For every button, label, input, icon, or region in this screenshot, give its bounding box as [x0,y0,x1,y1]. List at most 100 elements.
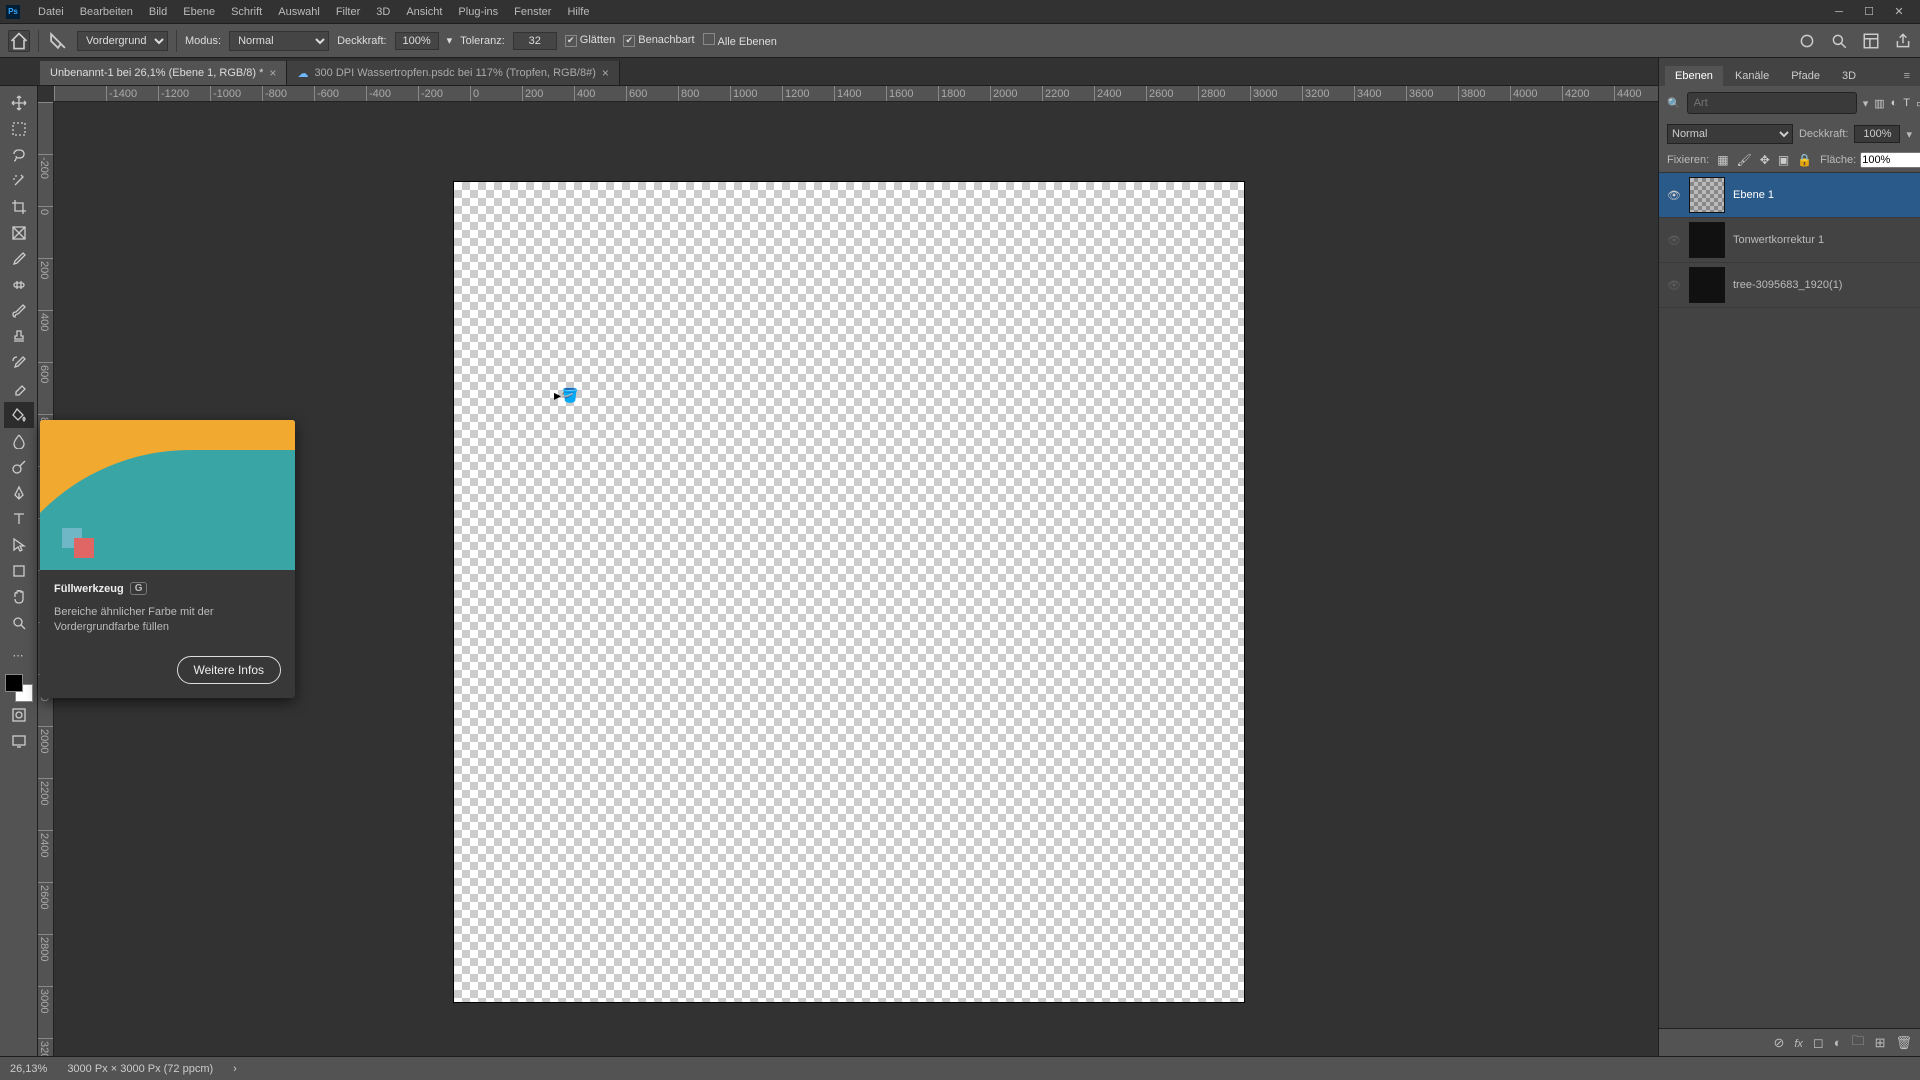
menu-plugins[interactable]: Plug-ins [450,6,506,18]
layer-row[interactable]: 👁 Tonwertkorrektur 1 [1659,218,1920,263]
new-layer-icon[interactable]: ⊞ [1875,1035,1886,1051]
zoom-level[interactable]: 26,13% [10,1063,47,1075]
eyedropper-tool[interactable] [4,246,34,272]
minimize-button[interactable]: ─ [1824,2,1854,22]
screen-mode-toggle[interactable] [4,728,34,754]
path-selection-tool[interactable] [4,532,34,558]
document-tab[interactable]: ☁ 300 DPI Wassertropfen.psdc bei 117% (T… [287,61,619,85]
cloud-docs-icon[interactable] [1798,32,1816,50]
foreground-color[interactable] [5,674,23,692]
workspace-switcher-icon[interactable] [1862,32,1880,50]
share-icon[interactable] [1894,32,1912,50]
blend-mode-select[interactable]: Normal [229,31,329,51]
frame-tool[interactable] [4,220,34,246]
layer-filter-input[interactable] [1687,92,1857,114]
layer-mask-icon[interactable]: ◻ [1813,1035,1824,1051]
menu-hilfe[interactable]: Hilfe [559,6,597,18]
layer-thumbnail[interactable] [1689,222,1725,258]
visibility-icon[interactable]: 👁 [1667,189,1681,202]
close-window-button[interactable]: ✕ [1884,2,1914,22]
menu-bild[interactable]: Bild [141,6,175,18]
menu-schrift[interactable]: Schrift [223,6,270,18]
lock-position-icon[interactable]: ✥ [1760,153,1770,167]
menu-bearbeiten[interactable]: Bearbeiten [72,6,141,18]
menu-filter[interactable]: Filter [328,6,368,18]
opacity-input[interactable] [395,32,439,50]
menu-auswahl[interactable]: Auswahl [270,6,328,18]
doc-info-chevron-icon[interactable]: › [233,1063,237,1075]
layer-fill-input[interactable] [1860,152,1920,168]
quick-mask-toggle[interactable] [4,702,34,728]
layer-thumbnail[interactable] [1689,177,1725,213]
lock-all-icon[interactable]: 🔒 [1797,153,1812,167]
color-swatches[interactable] [5,674,33,702]
lock-transparency-icon[interactable]: ▦ [1717,153,1728,167]
panel-tab-ebenen[interactable]: Ebenen [1665,66,1723,86]
close-tab-icon[interactable]: × [602,66,609,80]
stamp-tool[interactable] [4,324,34,350]
layer-row[interactable]: 👁 tree-3095683_1920(1) [1659,263,1920,308]
canvas[interactable] [454,182,1244,1002]
filter-shape-icon[interactable]: ▭ [1916,94,1920,112]
eraser-tool[interactable] [4,376,34,402]
tolerance-input[interactable] [513,32,557,50]
blur-tool[interactable] [4,428,34,454]
link-layers-icon[interactable]: ⊘ [1773,1035,1784,1051]
ruler-horizontal[interactable]: -1400-1200-1000-800-600-400-200020040060… [54,86,1658,102]
adjustment-layer-icon[interactable]: ◐ [1834,1035,1842,1050]
zoom-tool[interactable] [4,610,34,636]
contiguous-checkbox[interactable]: ✔Benachbart [623,34,694,47]
panel-tab-3d[interactable]: 3D [1832,66,1866,86]
filter-pixel-icon[interactable]: ▥ [1874,94,1884,112]
layer-blend-select[interactable]: Normal [1667,124,1793,144]
layer-thumbnail[interactable] [1689,267,1725,303]
layer-name[interactable]: Tonwertkorrektur 1 [1733,234,1824,246]
doc-info[interactable]: 3000 Px × 3000 Px (72 ppcm) [67,1063,213,1075]
delete-layer-icon[interactable]: 🗑 [1895,1035,1912,1051]
hand-tool[interactable] [4,584,34,610]
healing-brush-tool[interactable] [4,272,34,298]
filter-type-icon[interactable]: T [1903,94,1910,112]
panel-tab-pfade[interactable]: Pfade [1781,66,1830,86]
move-tool[interactable] [4,90,34,116]
visibility-icon[interactable]: 👁 [1667,234,1681,247]
magic-wand-tool[interactable] [4,168,34,194]
maximize-button[interactable]: ☐ [1854,2,1884,22]
filter-adjust-icon[interactable]: ◐ [1891,94,1898,112]
menu-3d[interactable]: 3D [368,6,398,18]
layer-opacity-input[interactable] [1854,125,1900,143]
opacity-dropdown-icon[interactable]: ▾ [447,34,453,47]
close-tab-icon[interactable]: × [269,66,276,80]
layer-name[interactable]: tree-3095683_1920(1) [1733,279,1842,291]
layer-row[interactable]: 👁 Ebene 1 [1659,173,1920,218]
lock-pixels-icon[interactable]: 🖌 [1737,153,1752,167]
menu-fenster[interactable]: Fenster [506,6,559,18]
lock-artboard-icon[interactable]: ▣ [1778,153,1789,167]
pen-tool[interactable] [4,480,34,506]
edit-toolbar[interactable]: ⋯ [4,642,34,668]
chevron-down-icon[interactable]: ▾ [1863,97,1869,110]
menu-ansicht[interactable]: Ansicht [398,6,450,18]
layer-name[interactable]: Ebene 1 [1733,189,1774,201]
panel-tab-kanaele[interactable]: Kanäle [1725,66,1779,86]
fill-source-select[interactable]: Vordergrund [77,31,168,51]
menu-ebene[interactable]: Ebene [175,6,223,18]
brush-tool[interactable] [4,298,34,324]
antialias-checkbox[interactable]: ✔Glätten [565,34,615,47]
home-button[interactable] [8,30,30,52]
document-tab[interactable]: Unbenannt-1 bei 26,1% (Ebene 1, RGB/8) *… [40,61,287,85]
lasso-tool[interactable] [4,142,34,168]
search-icon[interactable] [1830,32,1848,50]
dodge-tool[interactable] [4,454,34,480]
history-brush-tool[interactable] [4,350,34,376]
tool-hint-more-button[interactable]: Weitere Infos [177,656,281,684]
menu-datei[interactable]: Datei [30,6,72,18]
tool-preset-picker[interactable] [47,30,69,52]
layer-group-icon[interactable]: 🗀 [1852,1032,1865,1054]
crop-tool[interactable] [4,194,34,220]
type-tool[interactable] [4,506,34,532]
panel-menu-icon[interactable]: ≡ [1900,66,1914,86]
visibility-icon[interactable]: 👁 [1667,279,1681,292]
shape-tool[interactable] [4,558,34,584]
layer-style-icon[interactable]: fx [1794,1035,1803,1050]
